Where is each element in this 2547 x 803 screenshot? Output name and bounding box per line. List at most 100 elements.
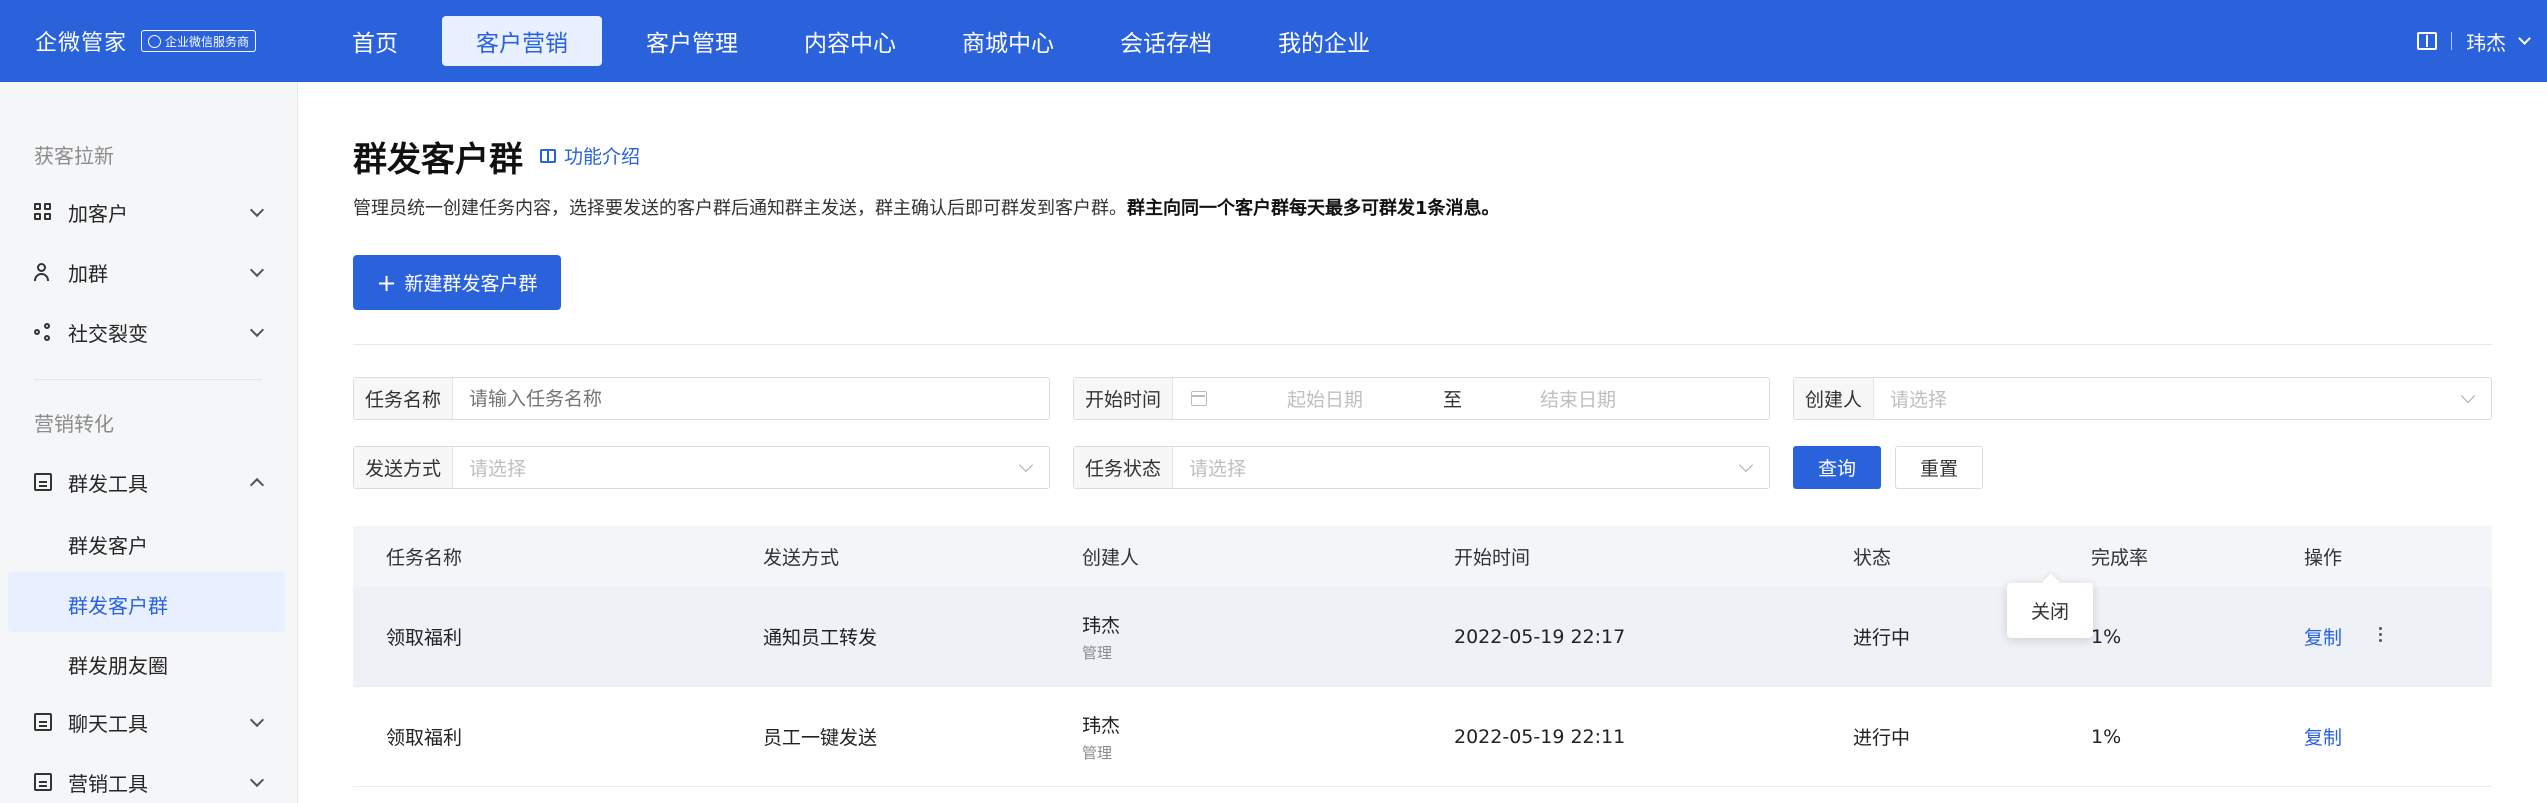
copy-link[interactable]: 复制 [2304, 587, 2342, 686]
sidebar-item-chat-tool[interactable]: 聊天工具 [34, 704, 265, 740]
sidebar-item-marketing-tool[interactable]: 营销工具 [34, 764, 265, 800]
table-row: 领取福利 通知员工转发 玮杰 管理 2022-05-19 22:17 进行中 1… [353, 587, 2492, 687]
column-header-send-method: 发送方式 [763, 547, 840, 569]
nav-home[interactable]: 首页 [330, 16, 420, 66]
feature-intro-label: 功能介绍 [564, 146, 641, 168]
task-status-filter[interactable]: 任务状态 请选择 [1073, 446, 1770, 489]
sidebar-item-label: 聊天工具 [68, 711, 148, 736]
column-header-creator: 创建人 [1082, 547, 1140, 569]
sidebar-item-add-customer[interactable]: 加客户 [34, 194, 265, 230]
completion-cell: 1% [2091, 725, 2122, 748]
chat-icon [34, 713, 52, 731]
new-mass-group-button[interactable]: + 新建群发客户群 [353, 255, 561, 310]
sidebar-item-mass-tool[interactable]: 群发工具 [34, 464, 265, 500]
description-bold-text: 群主向同一个客户群每天最多可群发1条消息。 [1127, 198, 1500, 219]
start-time-label: 开始时间 [1074, 378, 1174, 419]
nav-customer-marketing[interactable]: 客户营销 [442, 16, 602, 66]
status-cell: 进行中 [1853, 627, 1911, 649]
chevron-down-icon[interactable] [2518, 32, 2531, 45]
header-divider [2451, 32, 2452, 50]
brand[interactable]: 企微管家 企业微信服务商 [35, 0, 257, 82]
send-method-filter[interactable]: 发送方式 请选择 [353, 446, 1050, 489]
user-name[interactable]: 玮杰 [2466, 27, 2506, 56]
task-name-filter: 任务名称 [353, 377, 1050, 420]
nav-content-center[interactable]: 内容中心 [782, 16, 918, 66]
creator-filter[interactable]: 创建人 请选择 [1793, 377, 2492, 420]
page-title: 群发客户群 [353, 140, 523, 180]
end-date-input[interactable]: 结束日期 [1540, 385, 1616, 412]
creator-role: 管理 [1082, 643, 1113, 662]
nav-customer-management[interactable]: 客户管理 [624, 16, 760, 66]
task-name-label: 任务名称 [354, 378, 454, 419]
creator-cell: 玮杰 管理 [1082, 687, 1120, 786]
nav-session-archive[interactable]: 会话存档 [1098, 16, 1234, 66]
column-header-completion: 完成率 [2091, 547, 2149, 569]
grid-icon [34, 203, 52, 221]
copy-link[interactable]: 复制 [2304, 687, 2342, 786]
task-status-select[interactable]: 请选择 [1173, 454, 1769, 481]
chevron-down-icon [249, 202, 265, 218]
main-nav: 首页 客户营销 客户管理 内容中心 商城中心 会话存档 我的企业 [330, 0, 1414, 82]
column-header-task-name: 任务名称 [386, 547, 463, 569]
nav-my-enterprise[interactable]: 我的企业 [1256, 16, 1392, 66]
task-name-cell: 领取福利 [386, 727, 463, 749]
help-book-icon[interactable] [2417, 32, 2437, 50]
marketing-icon [34, 773, 52, 791]
creator-select[interactable]: 请选择 [1874, 385, 2491, 412]
sidebar-item-label: 营销工具 [68, 771, 148, 796]
creator-label: 创建人 [1794, 378, 1875, 419]
mass-send-icon [34, 473, 52, 491]
sidebar-subitem-mass-moments[interactable]: 群发朋友圈 [68, 650, 168, 679]
sidebar-subitem-mass-customer[interactable]: 群发客户 [68, 530, 148, 559]
new-mass-group-label: 新建群发客户群 [404, 273, 538, 295]
send-method-select[interactable]: 请选择 [453, 454, 1049, 481]
more-vertical-icon[interactable] [2379, 627, 2383, 643]
task-table: 任务名称 发送方式 创建人 开始时间 状态 完成率 操作 领取福利 通知员工转发… [353, 526, 2492, 787]
plus-icon: + [376, 268, 397, 297]
brand-badge: 企业微信服务商 [141, 30, 257, 52]
completion-cell: 1% [2091, 625, 2122, 648]
sidebar-subitem-mass-group[interactable]: 群发客户群 [68, 590, 168, 619]
sidebar-item-add-group[interactable]: 加群 [34, 254, 265, 290]
start-time-cell: 2022-05-19 22:11 [1454, 725, 1626, 748]
column-header-status: 状态 [1853, 547, 1892, 569]
task-name-input[interactable] [453, 378, 1049, 419]
creator-name: 玮杰 [1082, 714, 1121, 737]
table-header: 任务名称 发送方式 创建人 开始时间 状态 完成率 操作 [353, 526, 2492, 587]
feature-intro-link[interactable]: 功能介绍 [540, 142, 640, 169]
brand-badge-text: 企业微信服务商 [165, 34, 250, 49]
chevron-down-icon [249, 772, 265, 788]
sidebar-divider [34, 379, 262, 380]
sidebar-item-label: 群发工具 [68, 471, 148, 496]
actions-popover: 关闭 [2007, 583, 2093, 638]
send-method-label: 发送方式 [354, 447, 454, 488]
task-status-label: 任务状态 [1074, 447, 1174, 488]
chevron-down-icon [249, 322, 265, 338]
table-row: 领取福利 员工一键发送 玮杰 管理 2022-05-19 22:11 进行中 1… [353, 687, 2492, 787]
main-content: 群发客户群 功能介绍 管理员统一创建任务内容，选择要发送的客户群后通知群主发送，… [298, 82, 2547, 803]
top-navbar: 企微管家 企业微信服务商 首页 客户营销 客户管理 内容中心 商城中心 会话存档… [0, 0, 2547, 82]
sidebar-item-label: 社交裂变 [68, 321, 148, 346]
sidebar-group-acquisition: 获客拉新 [34, 144, 114, 168]
calendar-icon [1191, 391, 1208, 406]
query-button[interactable]: 查询 [1793, 446, 1881, 489]
column-header-start-time: 开始时间 [1454, 547, 1531, 569]
brand-name: 企微管家 [35, 31, 128, 56]
user-icon [34, 263, 52, 281]
book-icon [540, 148, 556, 163]
start-date-input[interactable]: 起始日期 [1287, 385, 1363, 412]
sidebar-item-label: 加客户 [68, 201, 128, 226]
sidebar-item-social-fission[interactable]: 社交裂变 [34, 314, 265, 350]
send-method-cell: 通知员工转发 [763, 627, 878, 649]
creator-cell: 玮杰 管理 [1082, 587, 1120, 686]
chevron-down-icon [249, 262, 265, 278]
sidebar-item-label: 加群 [68, 261, 108, 286]
reset-button[interactable]: 重置 [1895, 446, 1983, 489]
share-icon [34, 323, 52, 341]
section-divider [353, 344, 2492, 345]
page-description: 管理员统一创建任务内容，选择要发送的客户群后通知群主发送，群主确认后即可群发到客… [353, 194, 1500, 220]
close-menu-item[interactable]: 关闭 [2031, 597, 2069, 624]
nav-mall-center[interactable]: 商城中心 [940, 16, 1076, 66]
creator-role: 管理 [1082, 743, 1113, 762]
send-method-cell: 员工一键发送 [763, 727, 878, 749]
